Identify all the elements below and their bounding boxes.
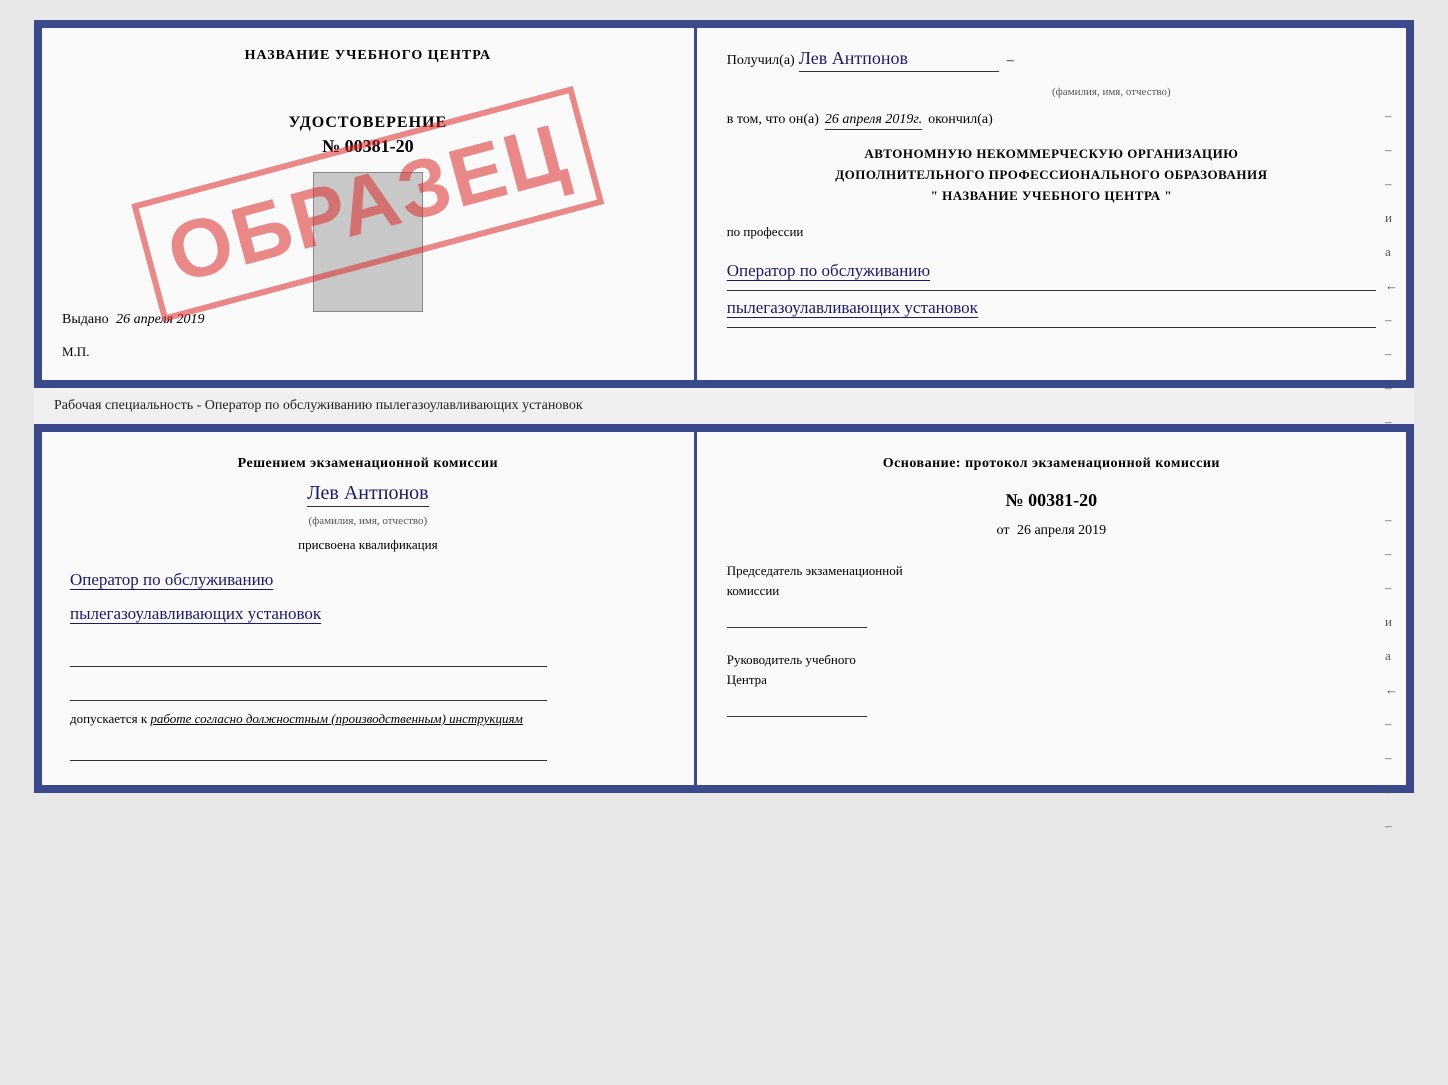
dopusk-text: работе согласно должностным (производств… (150, 711, 522, 726)
ot-date-value: 26 апреля 2019 (1017, 523, 1106, 538)
dopuskaetsya-text: допускается к работе согласно должностны… (70, 711, 666, 727)
profession-block: Оператор по обслуживанию пылегазоулавлив… (727, 254, 1376, 328)
cert-bottom-right: Основание: протокол экзаменационной коми… (697, 432, 1406, 785)
org-line3: " НАЗВАНИЕ УЧЕБНОГО ЦЕНТРА " (727, 186, 1376, 207)
person-name-bottom: Лев Антпонов (307, 482, 428, 507)
protocol-number: № 00381-20 (727, 490, 1376, 511)
photo-placeholder (313, 172, 423, 312)
separator-text: Рабочая специальность - Оператор по обсл… (34, 388, 1414, 424)
predsedatel-line1: Председатель экзаменационной (727, 561, 1376, 581)
udostoverenie-box: УДОСТОВЕРЕНИЕ № 00381-20 (289, 114, 448, 312)
predsedatel-text: Председатель экзаменационной комиссии (727, 561, 1376, 628)
po-professii-label: по профессии (727, 224, 804, 239)
fio-label-top: (фамилия, имя, отчество) (727, 86, 1376, 98)
udost-number: № 00381-20 (289, 136, 448, 157)
profession-line1: Оператор по обслуживанию (727, 254, 1376, 291)
osnovaniye-text: Основание: протокол экзаменационной коми… (727, 456, 1376, 472)
blank-line-3 (70, 741, 547, 761)
prisvoena-text: присвоена квалификация (70, 537, 666, 553)
rukovoditel-line2: Центра (727, 670, 1376, 690)
vydano-date: 26 апреля 2019 (116, 312, 204, 327)
blank-line-1 (70, 647, 547, 667)
po-professii: по профессии (727, 224, 1376, 240)
qualification-block: Оператор по обслуживанию пылегазоулавлив… (70, 563, 666, 631)
fio-label-bottom: (фамилия, имя, отчество) (70, 515, 666, 527)
rukovoditel-sig-line (727, 695, 867, 717)
person-name-bottom-wrap: Лев Антпонов (70, 482, 666, 505)
poluchil-label: Получил(а) (727, 53, 795, 69)
predsedatel-line2: комиссии (727, 581, 1376, 601)
side-dashes-top: – – – и а ← – – – – (1385, 108, 1398, 430)
certificate-bottom: Решением экзаменационной комиссии Лев Ан… (34, 424, 1414, 793)
side-dashes-bottom: – – – и а ← – – – – (1385, 512, 1398, 834)
vtom-label: в том, что он(а) (727, 112, 819, 128)
org-block: АВТОНОМНУЮ НЕКОММЕРЧЕСКУЮ ОРГАНИЗАЦИЮ ДО… (727, 144, 1376, 206)
vydano-line: Выдано 26 апреля 2019 (62, 312, 205, 338)
cert-right-panel: Получил(а) Лев Антпонов – (фамилия, имя,… (697, 28, 1406, 380)
resheniem-text: Решением экзаменационной комиссии (70, 456, 666, 472)
fio-label-bottom-text: (фамилия, имя, отчество) (70, 515, 666, 527)
dash-1: – (1007, 53, 1014, 69)
cert-bottom-left: Решением экзаменационной комиссии Лев Ан… (42, 432, 697, 785)
vtom-date: 26 апреля 2019г. (825, 112, 922, 130)
predsedatel-sig-line (727, 606, 867, 628)
poluchil-line: Получил(а) Лев Антпонов – (727, 48, 1376, 72)
ot-date-line: от 26 апреля 2019 (727, 523, 1376, 539)
qualification-line1: Оператор по обслуживанию (70, 563, 666, 597)
org-line1: АВТОНОМНУЮ НЕКОММЕРЧЕСКУЮ ОРГАНИЗАЦИЮ (727, 144, 1376, 165)
cert-left-panel: НАЗВАНИЕ УЧЕБНОГО ЦЕНТРА ОБРАЗЕЦ УДОСТОВ… (42, 28, 697, 380)
qualification-line2: пылегазоулавливающих установок (70, 597, 666, 631)
rukovoditel-text: Руководитель учебного Центра (727, 650, 1376, 717)
profession-line2: пылегазоулавливающих установок (727, 291, 1376, 328)
mp-line: М.П. (62, 344, 89, 360)
okonchil-label: окончил(а) (928, 112, 993, 128)
vtom-line: в том, что он(а) 26 апреля 2019г. окончи… (727, 112, 1376, 130)
udost-label: УДОСТОВЕРЕНИЕ (289, 114, 448, 132)
org-line2: ДОПОЛНИТЕЛЬНОГО ПРОФЕССИОНАЛЬНОГО ОБРАЗО… (727, 165, 1376, 186)
ot-label: от (997, 523, 1010, 538)
dopuskaetsya-label: допускается к (70, 711, 147, 726)
rukovoditel-line1: Руководитель учебного (727, 650, 1376, 670)
poluchil-name: Лев Антпонов (799, 48, 999, 72)
fio-label-text: (фамилия, имя, отчество) (847, 86, 1376, 98)
certificate-top: НАЗВАНИЕ УЧЕБНОГО ЦЕНТРА ОБРАЗЕЦ УДОСТОВ… (34, 20, 1414, 388)
vydano-label: Выдано (62, 312, 109, 327)
blank-line-2 (70, 681, 547, 701)
document-container: НАЗВАНИЕ УЧЕБНОГО ЦЕНТРА ОБРАЗЕЦ УДОСТОВ… (34, 20, 1414, 793)
cert-top-title: НАЗВАНИЕ УЧЕБНОГО ЦЕНТРА (245, 48, 491, 64)
